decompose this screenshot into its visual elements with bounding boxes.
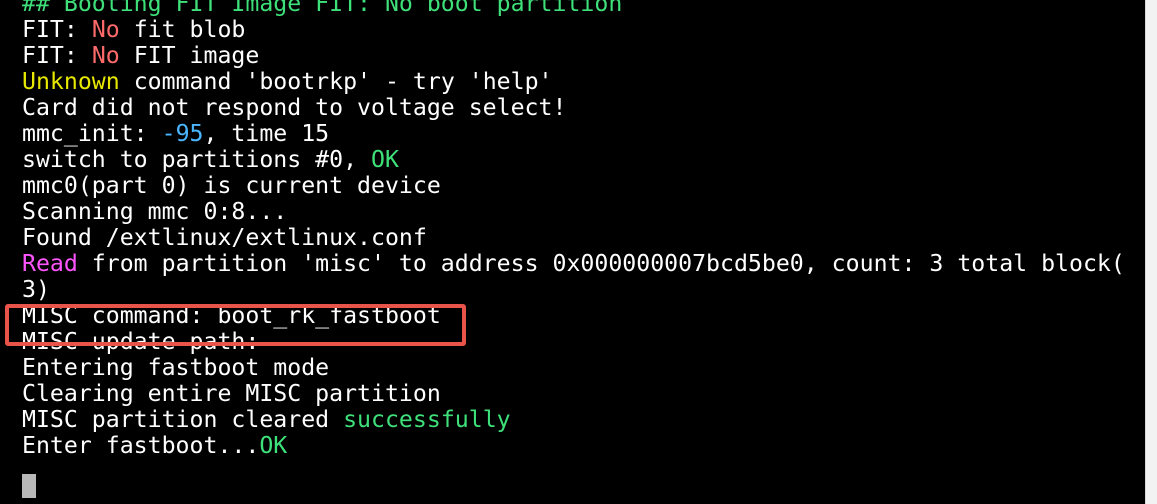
terminal-text-segment: OK [259,432,288,459]
terminal-text-segment: ## Booting FIT Image FIT: No boot partit… [22,0,623,17]
window-right-edge [1145,0,1157,504]
terminal-line: ## Booting FIT Image FIT: No boot partit… [22,0,1125,17]
terminal-text-segment: FIT: [22,16,92,43]
terminal-line: Enter fastboot...OK [22,433,1125,459]
terminal-window[interactable]: ## Booting FIT Image FIT: No boot partit… [0,0,1145,504]
terminal-line: Clearing entire MISC partition [22,381,1125,407]
terminal-text-segment: successfully [343,406,511,433]
terminal-text-segment: command 'bootrkp' - try 'help' [119,68,553,95]
terminal-line: 3) [22,277,1125,303]
terminal-text-segment: Found /extlinux/extlinux.conf [22,224,427,251]
terminal-text-segment: Entering fastboot mode [22,354,330,381]
terminal-text-segment: Clearing entire MISC partition [22,380,441,407]
terminal-text-segment: fit blob [119,16,246,43]
terminal-line: Read from partition 'misc' to address 0x… [22,251,1125,277]
terminal-text-segment: mmc0(part 0) is current device [22,172,441,199]
terminal-line: mmc_init: -95, time 15 [22,121,1125,147]
terminal-text-segment: No [91,42,120,69]
terminal-cursor [22,474,36,498]
terminal-text-segment: Enter fastboot... [22,432,260,459]
terminal-line: Unknown command 'bootrkp' - try 'help' [22,69,1125,95]
terminal-text-segment: , time 15 [203,120,330,147]
terminal-line: Found /extlinux/extlinux.conf [22,225,1125,251]
terminal-text-segment: MISC command: boot_rk_fastboot [22,302,441,329]
terminal-line: FIT: No fit blob [22,17,1125,43]
terminal-line: Scanning mmc 0:8... [22,199,1125,225]
terminal-line: MISC command: boot_rk_fastboot [22,303,1125,329]
terminal-text-segment: FIT image [119,42,260,69]
terminal-text-segment: MISC partition cleared [22,406,344,433]
terminal-text-segment: switch to partitions #0, [22,146,372,173]
terminal-text-segment: MISC update path: [22,328,260,355]
terminal-line: mmc0(part 0) is current device [22,173,1125,199]
terminal-line: MISC update path: [22,329,1125,355]
terminal-text-segment: Unknown [22,68,120,95]
terminal-line: switch to partitions #0, OK [22,147,1125,173]
terminal-text-segment: Card did not respond to voltage select! [22,94,567,121]
terminal-text-segment: 3) [22,276,50,303]
terminal-line: MISC partition cleared successfully [22,407,1125,433]
terminal-line: FIT: No FIT image [22,43,1125,69]
terminal-output: ## Booting FIT Image FIT: No boot partit… [22,0,1125,459]
terminal-text-segment: mmc_init: [22,120,162,147]
terminal-line: Entering fastboot mode [22,355,1125,381]
terminal-text-segment: No [91,16,120,43]
terminal-text-segment: OK [371,146,399,173]
terminal-text-segment: Scanning mmc 0:8... [22,198,288,225]
terminal-line: Card did not respond to voltage select! [22,95,1125,121]
terminal-text-segment: Read [22,250,78,277]
terminal-text-segment: FIT: [22,42,92,69]
terminal-text-segment: from partition 'misc' to address 0x00000… [77,250,1125,277]
terminal-text-segment: -95 [161,120,204,147]
